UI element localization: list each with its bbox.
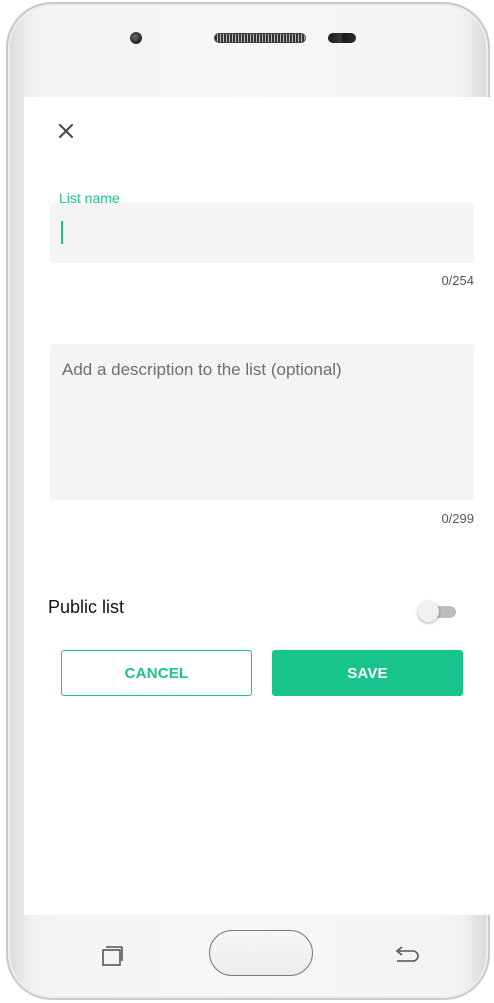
list-name-label: List name [59, 190, 120, 206]
list-name-input[interactable] [50, 203, 474, 263]
proximity-sensor [328, 33, 356, 43]
text-cursor [61, 221, 63, 244]
earpiece-speaker [214, 33, 306, 43]
list-name-counter: 0/254 [441, 273, 474, 288]
toggle-thumb [418, 601, 439, 622]
close-icon[interactable] [56, 121, 76, 141]
home-button[interactable] [209, 930, 313, 976]
description-placeholder: Add a description to the list (optional) [62, 360, 342, 379]
cancel-button[interactable]: CANCEL [61, 650, 252, 696]
front-camera [130, 32, 142, 44]
public-list-toggle[interactable] [418, 600, 458, 622]
back-icon[interactable] [391, 945, 421, 967]
description-input[interactable]: Add a description to the list (optional) [50, 344, 474, 500]
create-list-screen: List name 0/254 Add a description to the… [24, 97, 490, 915]
recents-icon[interactable] [100, 945, 124, 967]
description-counter: 0/299 [441, 511, 474, 526]
public-list-label: Public list [48, 597, 125, 617]
hardware-nav-bar [24, 915, 490, 1000]
save-button[interactable]: SAVE [272, 650, 463, 696]
phone-frame: List name 0/254 Add a description to the… [6, 2, 490, 1000]
